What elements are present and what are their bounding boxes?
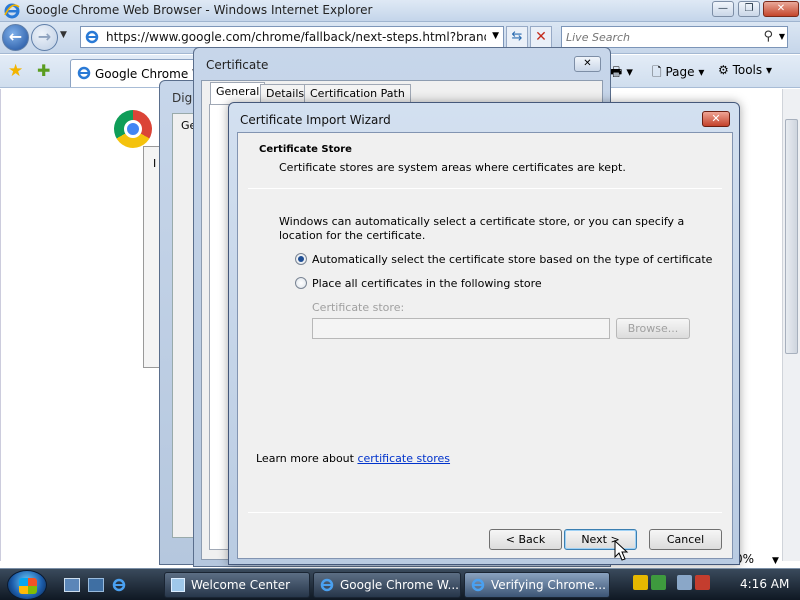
internet-explorer-icon (4, 3, 20, 19)
maximize-button[interactable]: ❐ (738, 1, 760, 17)
taskbar-item-label: Verifying Chrome... (491, 578, 606, 592)
auto-select-radio[interactable] (295, 253, 307, 265)
tab-title: Google Chrome W (95, 67, 204, 81)
tab-details[interactable]: Details (260, 84, 311, 104)
vertical-scrollbar[interactable] (782, 89, 800, 561)
tab-certification-path[interactable]: Certification Path (304, 84, 411, 104)
search-options-icon[interactable]: ▼ (779, 32, 785, 41)
wizard-description: Windows can automatically select a certi… (279, 215, 685, 242)
certificate-store-field[interactable] (312, 318, 610, 339)
wizard-body: Certificate Store Certificate stores are… (237, 132, 733, 559)
zoom-control[interactable]: 0% ▼ (735, 552, 779, 566)
header-divider (248, 188, 722, 189)
stub-text: I (153, 157, 157, 170)
taskbar: Welcome Center Google Chrome W... Verify… (0, 568, 800, 600)
recent-pages-dropdown[interactable]: ▼ (60, 30, 67, 40)
close-window-button[interactable]: ✕ (763, 1, 799, 17)
add-favorites-icon[interactable]: ✚ (37, 61, 50, 80)
wizard-close-button[interactable]: ✕ (702, 111, 730, 127)
tab-ie-icon (77, 66, 91, 80)
tools-menu-label: Tools (732, 63, 763, 77)
stop-icon[interactable]: ✕ (530, 26, 552, 48)
place-in-store-label[interactable]: Place all certificates in the following … (312, 277, 542, 290)
wizard-title: Certificate Import Wizard (240, 113, 391, 127)
browse-button[interactable]: Browse... (616, 318, 690, 339)
wizard-subheading: Certificate stores are system areas wher… (279, 161, 626, 174)
digital-dialog-title: Digi (172, 91, 196, 105)
favorites-star-icon[interactable]: ★ (8, 61, 23, 81)
window-title: Google Chrome Web Browser - Windows Inte… (26, 3, 373, 17)
security-shield-icon[interactable] (633, 575, 648, 590)
network-icon[interactable] (677, 575, 692, 590)
show-desktop-icon[interactable] (64, 578, 80, 592)
windows-update-icon[interactable] (651, 575, 666, 590)
windows-logo-icon (19, 578, 37, 594)
quick-launch-ie-icon[interactable] (111, 578, 127, 592)
welcome-center-icon (171, 578, 185, 592)
ie-title-bar: Google Chrome Web Browser - Windows Inte… (0, 0, 800, 22)
search-box[interactable]: ⚲ ▼ (561, 26, 788, 48)
taskbar-ie-icon (471, 578, 485, 592)
taskbar-ie-icon (320, 578, 334, 592)
footer-divider (248, 512, 722, 513)
refresh-icon[interactable]: ⇆ (506, 26, 528, 48)
switch-windows-icon[interactable] (88, 578, 104, 592)
auto-select-label[interactable]: Automatically select the certificate sto… (312, 253, 712, 266)
search-icon[interactable]: ⚲ (763, 29, 773, 44)
start-button[interactable] (7, 570, 47, 600)
taskbar-item-welcome-center[interactable]: Welcome Center (164, 572, 310, 598)
certificate-dialog-title: Certificate (206, 58, 269, 72)
back-wizard-button[interactable]: < Back (489, 529, 562, 550)
address-bar[interactable]: https://www.google.com/chrome/fallback/n… (80, 26, 504, 48)
taskbar-item-verifying-chrome[interactable]: Verifying Chrome... (464, 572, 610, 598)
back-button[interactable]: ← (2, 24, 29, 51)
address-dropdown-icon[interactable]: ▼ (492, 31, 499, 41)
certificate-dialog-close-button[interactable]: ✕ (574, 56, 601, 72)
taskbar-item-label: Google Chrome W... (340, 578, 459, 592)
clock[interactable]: 4:16 AM (740, 577, 789, 591)
taskbar-item-google-chrome[interactable]: Google Chrome W... (313, 572, 461, 598)
certificate-store-label: Certificate store: (312, 301, 405, 314)
print-icon[interactable]: 🖶 ▾ (610, 63, 633, 85)
tools-menu[interactable]: ⚙ Tools ▾ (718, 63, 772, 77)
learn-more-text: Learn more about certificate stores (256, 452, 450, 465)
certificate-import-wizard: Certificate Import Wizard ✕ Certificate … (228, 102, 740, 565)
scrollbar-thumb[interactable] (785, 119, 798, 354)
system-tray (633, 575, 713, 593)
taskbar-item-label: Welcome Center (191, 578, 291, 592)
cancel-button[interactable]: Cancel (649, 529, 722, 550)
mouse-cursor-icon (614, 540, 629, 561)
search-input[interactable] (566, 30, 756, 45)
place-in-store-option[interactable]: Place all certificates in the following … (295, 277, 542, 290)
page-icon (85, 30, 99, 44)
url-text[interactable]: https://www.google.com/chrome/fallback/n… (106, 30, 486, 44)
page-menu[interactable]: 🗋 Page ▾ (652, 63, 704, 84)
chrome-logo-icon (114, 110, 152, 148)
certificate-stores-link[interactable]: certificate stores (357, 452, 450, 465)
page-menu-label: Page (665, 65, 695, 79)
zoom-dropdown-icon[interactable]: ▼ (772, 556, 779, 566)
learn-more-prefix: Learn more about (256, 452, 358, 465)
wizard-heading: Certificate Store (259, 144, 352, 155)
forward-button[interactable]: → (31, 24, 58, 51)
minimize-button[interactable]: — (712, 1, 734, 17)
place-in-store-radio[interactable] (295, 277, 307, 289)
volume-muted-icon[interactable] (695, 575, 710, 590)
auto-select-store-option[interactable]: Automatically select the certificate sto… (295, 253, 712, 266)
